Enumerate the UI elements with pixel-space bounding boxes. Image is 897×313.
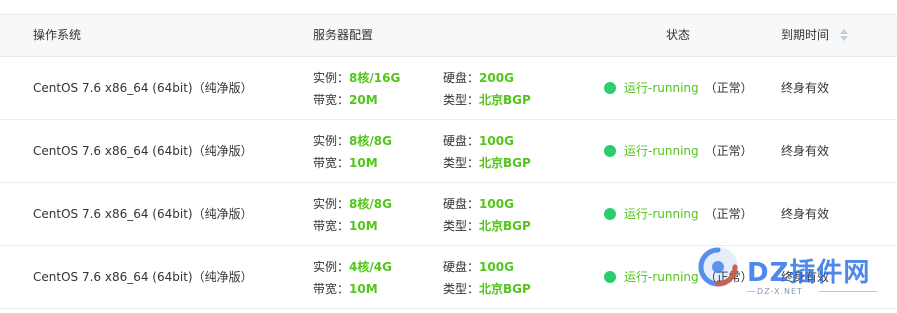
spec-disk-label: 硬盘： <box>443 260 480 274</box>
spec-type-value: 北京BGP <box>479 282 531 296</box>
spec-disk-label: 硬盘： <box>443 71 480 85</box>
column-header-config: 服务器配置 <box>313 28 374 42</box>
spec-type: 类型：北京BGP <box>443 281 531 297</box>
status-text: 运行-running <box>624 270 699 284</box>
spec-cpu: 实例：8核/8G <box>313 196 392 212</box>
spec-disk-label: 硬盘： <box>443 134 480 148</box>
table-row: CentOS 7.6 x86_64 (64bit)（纯净版） 实例：4核/4G … <box>0 246 897 309</box>
spec-disk-label: 硬盘： <box>443 197 480 211</box>
expire-cell: 终身有效 <box>781 144 830 158</box>
spec-bandwidth-label: 带宽： <box>313 156 350 170</box>
status-cell: 运行-running （正常） <box>604 120 753 182</box>
spec-bandwidth: 带宽：10M <box>313 218 378 234</box>
spec-disk-value: 100G <box>479 197 514 211</box>
column-header-expire[interactable]: 到期时间 <box>781 15 849 56</box>
column-header-status: 状态 <box>666 28 691 42</box>
status-cell: 运行-running （正常） <box>604 246 753 308</box>
status-note: （正常） <box>704 144 753 158</box>
spec-disk-value: 100G <box>479 134 514 148</box>
spec-disk: 硬盘：200G <box>443 70 514 86</box>
spec-cpu-value: 8核/8G <box>349 134 392 148</box>
spec-type-value: 北京BGP <box>479 219 531 233</box>
spec-cpu-label: 实例： <box>313 134 350 148</box>
spec-bandwidth: 带宽：10M <box>313 281 378 297</box>
spec-bandwidth-label: 带宽： <box>313 93 350 107</box>
status-text: 运行-running <box>624 207 699 221</box>
sort-ascending-icon <box>839 28 848 34</box>
status-cell: 运行-running （正常） <box>604 183 753 245</box>
spec-cpu-label: 实例： <box>313 71 350 85</box>
spec-disk: 硬盘：100G <box>443 196 514 212</box>
table-row: CentOS 7.6 x86_64 (64bit)（纯净版） 实例：8核/8G … <box>0 183 897 246</box>
status-note: （正常） <box>704 81 753 95</box>
spec-bandwidth: 带宽：10M <box>313 155 378 171</box>
status-dot-icon <box>604 144 616 157</box>
spec-cpu-value: 8核/16G <box>349 71 401 85</box>
status-cell: 运行-running （正常） <box>604 57 753 119</box>
spec-cpu: 实例：4核/4G <box>313 259 392 275</box>
status-dot-icon <box>604 270 616 283</box>
spec-bandwidth: 带宽：20M <box>313 92 378 108</box>
os-cell: CentOS 7.6 x86_64 (64bit)（纯净版） <box>33 270 253 284</box>
spec-type-label: 类型： <box>443 93 480 107</box>
expire-cell: 终身有效 <box>781 207 830 221</box>
spec-bandwidth-value: 20M <box>349 93 378 107</box>
spec-type-label: 类型： <box>443 156 480 170</box>
spec-disk-value: 100G <box>479 260 514 274</box>
spec-disk-value: 200G <box>479 71 514 85</box>
table-header: 操作系统 服务器配置 状态 到期时间 <box>0 14 897 57</box>
status-dot-icon <box>604 81 616 94</box>
status-dot-icon <box>604 207 616 220</box>
column-header-expire-label: 到期时间 <box>781 28 830 42</box>
os-cell: CentOS 7.6 x86_64 (64bit)（纯净版） <box>33 144 253 158</box>
spec-type-value: 北京BGP <box>479 93 531 107</box>
spec-cpu-label: 实例： <box>313 197 350 211</box>
spec-type-value: 北京BGP <box>479 156 531 170</box>
spec-cpu-value: 8核/8G <box>349 197 392 211</box>
spec-cpu-value: 4核/4G <box>349 260 392 274</box>
status-note: （正常） <box>704 270 753 284</box>
spec-type: 类型：北京BGP <box>443 218 531 234</box>
spec-disk: 硬盘：100G <box>443 133 514 149</box>
spec-cpu-label: 实例： <box>313 260 350 274</box>
expire-cell: 终身有效 <box>781 81 830 95</box>
sort-descending-icon <box>839 35 848 41</box>
spec-type: 类型：北京BGP <box>443 155 531 171</box>
column-header-os: 操作系统 <box>33 28 82 42</box>
spec-disk: 硬盘：100G <box>443 259 514 275</box>
os-cell: CentOS 7.6 x86_64 (64bit)（纯净版） <box>33 207 253 221</box>
expire-cell: 终身有效 <box>781 270 830 284</box>
spec-bandwidth-label: 带宽： <box>313 282 350 296</box>
spec-bandwidth-value: 10M <box>349 219 378 233</box>
spec-type-label: 类型： <box>443 219 480 233</box>
server-table: 操作系统 服务器配置 状态 到期时间 CentOS 7.6 x86_64 (64… <box>0 14 897 309</box>
spec-bandwidth-value: 10M <box>349 282 378 296</box>
status-text: 运行-running <box>624 81 699 95</box>
table-row: CentOS 7.6 x86_64 (64bit)（纯净版） 实例：8核/8G … <box>0 120 897 183</box>
status-note: （正常） <box>704 207 753 221</box>
spec-bandwidth-label: 带宽： <box>313 219 350 233</box>
spec-type-label: 类型： <box>443 282 480 296</box>
spec-type: 类型：北京BGP <box>443 92 531 108</box>
spec-cpu: 实例：8核/8G <box>313 133 392 149</box>
table-row: CentOS 7.6 x86_64 (64bit)（纯净版） 实例：8核/16G… <box>0 57 897 120</box>
spec-bandwidth-value: 10M <box>349 156 378 170</box>
status-text: 运行-running <box>624 144 699 158</box>
os-cell: CentOS 7.6 x86_64 (64bit)（纯净版） <box>33 81 253 95</box>
top-spacer <box>0 0 897 14</box>
spec-cpu: 实例：8核/16G <box>313 70 400 86</box>
sort-icon[interactable] <box>839 28 849 41</box>
